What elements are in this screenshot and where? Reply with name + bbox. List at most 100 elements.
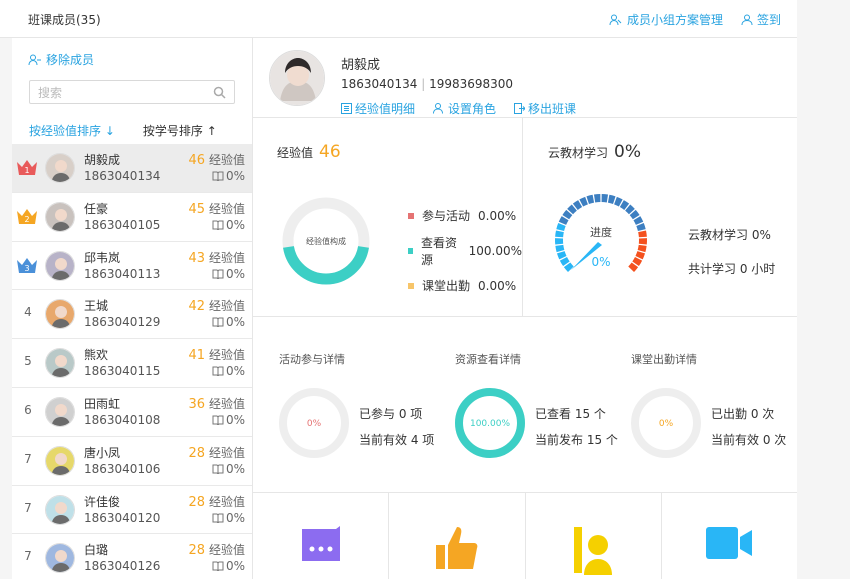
progress-value: 0% xyxy=(225,559,245,574)
cloud-panel-title: 云教材学习 0% xyxy=(548,142,641,162)
member-progress: 0% xyxy=(212,315,245,329)
exp-value: 46 xyxy=(319,142,341,162)
signin-link[interactable]: 签到 xyxy=(741,11,781,28)
member-row[interactable]: 1 胡毅成 1863040134 46 经验值 0% xyxy=(12,144,252,193)
detail-card: 课堂出勤详情 0% 已出勤 0 次 当前有效 0 次 xyxy=(629,317,799,493)
member-name: 白璐 xyxy=(84,543,109,558)
feature-tile-teacher[interactable] xyxy=(526,493,662,579)
progress-value: 0% xyxy=(225,412,245,427)
detail-card: 资源查看详情 100.00% 已查看 15 个 当前发布 15 个 xyxy=(453,317,623,493)
exp-detail-link[interactable]: 经验值明细 xyxy=(341,100,415,117)
detail-line1: 已查看 15 个 xyxy=(535,407,606,421)
member-row[interactable]: 4 王城 1863040129 42 经验值 0% xyxy=(12,290,252,340)
rank-number: 7 xyxy=(24,500,32,515)
member-score: 46 经验值 xyxy=(188,151,245,168)
member-name: 田雨虹 xyxy=(84,396,121,411)
member-progress: 0% xyxy=(212,413,245,427)
member-row[interactable]: 6 田雨虹 1863040108 36 经验值 0% xyxy=(12,387,252,437)
crown-icon: 3 xyxy=(17,257,37,273)
exp-detail-label: 经验值明细 xyxy=(355,102,416,116)
cloud-panel-label: 云教材学习 xyxy=(548,146,609,160)
progress-value: 0% xyxy=(225,364,245,379)
video-camera-icon xyxy=(706,527,753,559)
detail-line2: 当前发布 15 个 xyxy=(535,433,618,447)
exp-panel-label: 经验值 xyxy=(277,146,314,160)
legend-item: 查看资源 100.00% xyxy=(408,233,522,268)
avatar xyxy=(45,153,75,183)
search-input[interactable]: 搜索 xyxy=(29,80,235,104)
progress-gauge: 进度 0% xyxy=(555,194,647,273)
score-value: 46 xyxy=(188,153,205,168)
profile-name: 胡毅成 xyxy=(341,58,381,73)
member-id: 1863040113 xyxy=(84,266,161,281)
member-score: 28 经验值 xyxy=(188,493,245,510)
cloud-info-line2: 共计学习 0 小时 xyxy=(688,262,776,276)
gauge-segment xyxy=(555,230,564,238)
remove-from-class-link[interactable]: 移出班课 xyxy=(514,100,576,117)
progress-value: 0% xyxy=(225,266,245,281)
member-row[interactable]: 7 唐小凤 1863040106 28 经验值 0% xyxy=(12,436,252,486)
legend-label: 查看资源 xyxy=(420,235,457,267)
sort-by-exp-button[interactable]: 按经验值排序 ↓ xyxy=(29,122,115,139)
sort-by-id-label: 按学号排序 xyxy=(142,124,203,138)
detail-stats: 已参与 0 项 当前有效 4 项 xyxy=(359,401,434,453)
member-row[interactable]: 7 许佳俊 1863040120 28 经验值 0% xyxy=(12,485,252,535)
score-value: 28 xyxy=(188,445,205,461)
gauge-segment xyxy=(555,244,565,253)
rank-number: 2 xyxy=(24,215,29,224)
legend-swatch xyxy=(408,282,414,289)
remove-member-label: 移除成员 xyxy=(46,53,95,67)
member-row[interactable]: 2 任豪 1863040105 45 经验值 0% xyxy=(12,192,252,242)
gauge-segment xyxy=(601,194,609,203)
donut-segment xyxy=(283,245,369,285)
member-score: 41 经验值 xyxy=(188,346,245,363)
progress-value: 0% xyxy=(225,510,245,525)
rank-number: 1 xyxy=(24,166,29,175)
gauge-value: 0% xyxy=(591,255,610,269)
member-score: 28 经验值 xyxy=(188,541,245,558)
book-icon xyxy=(212,464,224,474)
member-progress: 0% xyxy=(212,169,245,183)
member-row[interactable]: 5 熊欢 1863040115 41 经验值 0% xyxy=(12,339,252,388)
crown-icon: 1 xyxy=(17,160,37,175)
feature-tile-chat-bubble[interactable] xyxy=(253,493,390,579)
score-unit: 经验值 xyxy=(208,396,245,411)
remove-member-button[interactable]: 移除成员 xyxy=(28,51,94,68)
app-frame: 班课成员(35) 成员小组方案管理 签到 移除成员 搜索 按经验值排序 ↓ 按学… xyxy=(0,0,850,579)
feature-tile-thumbs-up[interactable] xyxy=(389,493,526,579)
set-role-link[interactable]: 设置角色 xyxy=(433,100,496,117)
book-icon xyxy=(212,513,224,523)
book-icon xyxy=(212,415,224,425)
sort-desc-arrow-icon: ↓ xyxy=(104,124,115,138)
member-score: 36 经验值 xyxy=(188,395,245,412)
ring-value: 0% xyxy=(659,419,674,429)
member-id: 1863040129 xyxy=(84,315,161,330)
legend-item: 课堂出勤 0.00% xyxy=(408,268,522,303)
search-icon[interactable] xyxy=(213,86,226,99)
member-name: 唐小凤 xyxy=(84,445,121,460)
gauge-segment xyxy=(636,223,646,231)
set-role-label: 设置角色 xyxy=(448,102,497,116)
profile-avatar xyxy=(269,50,325,106)
sort-asc-arrow-icon: ↑ xyxy=(206,124,217,138)
legend-value: 0.00% xyxy=(478,208,517,223)
detail-ring-chart: 0% xyxy=(279,388,349,458)
score-value: 28 xyxy=(188,494,205,510)
legend-item: 参与活动 0.00% xyxy=(408,198,522,233)
avatar xyxy=(45,543,75,574)
score-unit: 经验值 xyxy=(208,445,245,460)
list-icon xyxy=(341,103,352,114)
avatar xyxy=(45,201,75,232)
member-row[interactable]: 3 邱韦岚 1863040113 43 经验值 0% xyxy=(12,241,252,291)
member-progress: 0% xyxy=(212,218,245,232)
detail-card: 活动参与详情 0% 已参与 0 项 当前有效 4 项 xyxy=(277,317,447,493)
member-id: 1863040120 xyxy=(84,510,161,525)
member-row[interactable]: 7 白璐 1863040126 28 经验值 0% xyxy=(12,534,252,579)
group-plan-link[interactable]: 成员小组方案管理 xyxy=(609,11,723,28)
avatar xyxy=(45,348,75,379)
remove-user-icon xyxy=(28,54,41,65)
feature-tile-video-camera[interactable] xyxy=(662,493,797,579)
sort-by-id-button[interactable]: 按学号排序 ↑ xyxy=(143,122,217,139)
rank-number: 6 xyxy=(24,402,32,417)
book-icon xyxy=(212,317,224,328)
